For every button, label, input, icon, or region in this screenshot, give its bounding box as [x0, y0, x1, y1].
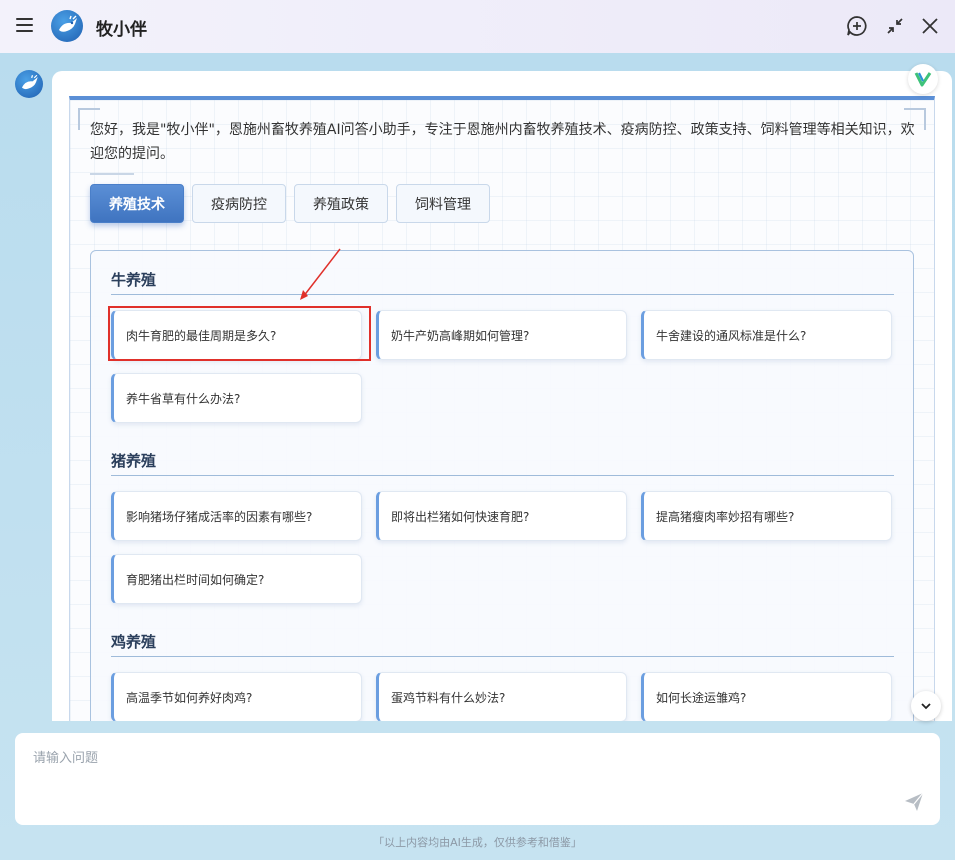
- section-title: 鸡养殖: [111, 631, 894, 657]
- close-icon[interactable]: [918, 14, 942, 38]
- question-card[interactable]: 肉牛育肥的最佳周期是多久?: [111, 310, 362, 360]
- collapse-icon[interactable]: [883, 14, 907, 38]
- question-card[interactable]: 牛舍建设的通风标准是什么?: [641, 310, 892, 360]
- section-cattle: 牛养殖 肉牛育肥的最佳周期是多久? 奶牛产奶高峰期如何管理? 牛舍建设的通风标准…: [111, 269, 894, 423]
- question-card[interactable]: 育肥猪出栏时间如何确定?: [111, 554, 362, 604]
- question-card[interactable]: 蛋鸡节料有什么妙法?: [376, 672, 627, 721]
- question-card[interactable]: 奶牛产奶高峰期如何管理?: [376, 310, 627, 360]
- welcome-panel: 您好，我是"牧小伴"，恩施州畜牧养殖AI问答小助手，专注于恩施州内畜牧养殖技术、…: [69, 96, 935, 721]
- question-card[interactable]: 提高猪瘦肉率妙招有哪些?: [641, 491, 892, 541]
- chevron-down-icon: [921, 703, 931, 710]
- add-chat-icon[interactable]: [845, 14, 869, 38]
- check-badge-icon: [908, 64, 938, 94]
- section-pig: 猪养殖 影响猪场仔猪成活率的因素有哪些? 即将出栏猪如何快速育肥? 提高猪瘦肉率…: [111, 450, 894, 604]
- tab-disease-control[interactable]: 疫病防控: [192, 184, 286, 223]
- question-card[interactable]: 养牛省草有什么办法?: [111, 373, 362, 423]
- category-tabs: 养殖技术 疫病防控 养殖政策 饲料管理: [90, 184, 490, 223]
- question-input-box: [15, 733, 940, 825]
- hamburger-menu-icon[interactable]: [16, 18, 33, 32]
- question-card[interactable]: 如何长途运雏鸡?: [641, 672, 892, 721]
- divider: [90, 173, 134, 175]
- tab-feed-management[interactable]: 饲料管理: [396, 184, 490, 223]
- question-card[interactable]: 影响猪场仔猪成活率的因素有哪些?: [111, 491, 362, 541]
- scroll-down-button[interactable]: [911, 691, 941, 721]
- question-card[interactable]: 即将出栏猪如何快速育肥?: [376, 491, 627, 541]
- app-title: 牧小伴: [96, 20, 147, 40]
- question-card[interactable]: 高温季节如何养好肉鸡?: [111, 672, 362, 721]
- app-logo: [51, 10, 83, 42]
- section-title: 牛养殖: [111, 269, 894, 295]
- greeting-text: 您好，我是"牧小伴"，恩施州畜牧养殖AI问答小助手，专注于恩施州内畜牧养殖技术、…: [90, 122, 915, 162]
- question-input[interactable]: [15, 733, 895, 825]
- section-chicken: 鸡养殖 高温季节如何养好肉鸡? 蛋鸡节料有什么妙法? 如何长途运雏鸡?: [111, 631, 894, 721]
- bot-message-card: 您好，我是"牧小伴"，恩施州畜牧养殖AI问答小助手，专注于恩施州内畜牧养殖技术、…: [52, 71, 952, 721]
- bot-avatar: [15, 70, 43, 98]
- app-header: 牧小伴: [0, 0, 955, 53]
- ai-disclaimer: 「以上内容均由AI生成，仅供参考和借鉴」: [373, 836, 582, 849]
- tab-breeding-policy[interactable]: 养殖政策: [294, 184, 388, 223]
- section-title: 猪养殖: [111, 450, 894, 476]
- tab-breeding-tech[interactable]: 养殖技术: [90, 184, 184, 223]
- send-icon[interactable]: [903, 791, 925, 813]
- question-panel: 牛养殖 肉牛育肥的最佳周期是多久? 奶牛产奶高峰期如何管理? 牛舍建设的通风标准…: [90, 250, 914, 721]
